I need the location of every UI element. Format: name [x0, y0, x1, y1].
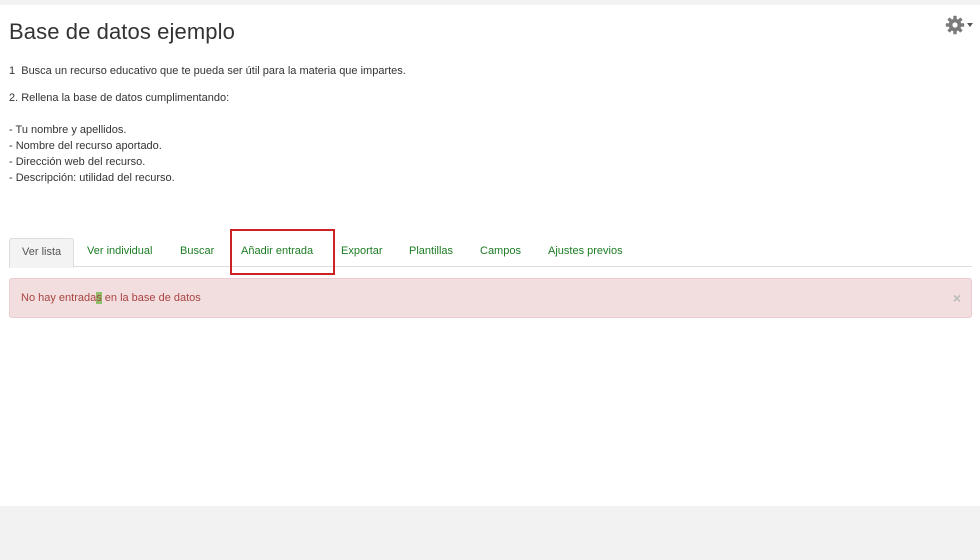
page-title: Base de datos ejemplo: [9, 19, 235, 44]
tab-campos[interactable]: Campos: [468, 238, 533, 267]
intro-line-1: 1 Busca un recurso educativo que te pued…: [9, 65, 406, 77]
intro-item: - Dirección web del recurso.: [9, 156, 146, 168]
intro-item: - Nombre del recurso aportado.: [9, 140, 162, 152]
caret-down-icon: [967, 23, 973, 27]
tab-ajustes-previos[interactable]: Ajustes previos: [536, 238, 635, 267]
close-icon[interactable]: ×: [953, 279, 961, 317]
intro-item: - Tu nombre y apellidos.: [9, 124, 127, 136]
tab-buscar[interactable]: Buscar: [168, 238, 226, 267]
no-entries-alert: No hay entradas en la base de datos ×: [9, 278, 972, 318]
tab-ver-lista[interactable]: Ver lista: [9, 238, 75, 268]
tab-anadir-entrada[interactable]: Añadir entrada: [229, 238, 325, 267]
intro-text: 1 Busca un recurso educativo que te pued…: [9, 63, 406, 186]
tab-plantillas[interactable]: Plantillas: [397, 238, 465, 267]
settings-menu[interactable]: [945, 15, 977, 37]
tab-ver-individual[interactable]: Ver individual: [75, 238, 164, 267]
intro-line-2: 2. Rellena la base de datos cumplimentan…: [9, 92, 230, 104]
tab-exportar[interactable]: Exportar: [329, 238, 395, 267]
gear-icon: [945, 15, 965, 35]
tab-bar: Ver lista Ver individual Buscar Añadir e…: [9, 238, 972, 268]
alert-text: No hay entradas en la base de datos: [21, 292, 201, 304]
intro-item: - Descripción: utilidad del recurso.: [9, 172, 175, 184]
